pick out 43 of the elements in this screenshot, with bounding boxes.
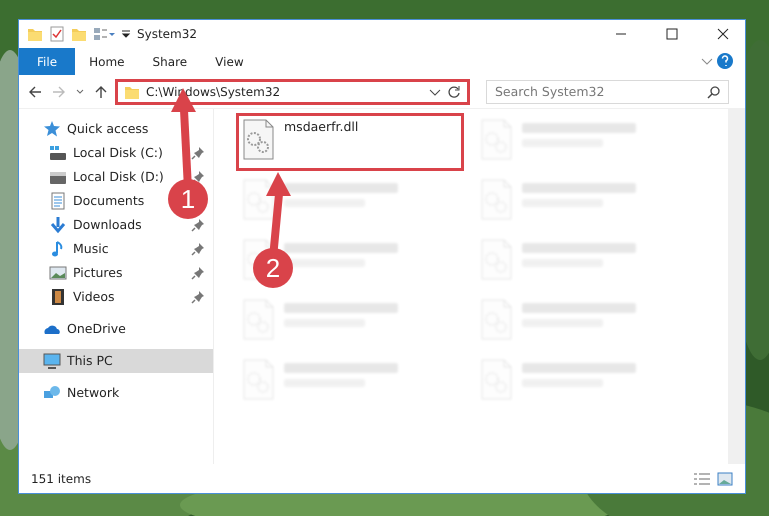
sidebar-item[interactable]: Pictures bbox=[73, 264, 122, 282]
file-item[interactable]: msdaerfr.dll bbox=[236, 113, 464, 171]
view-icon[interactable] bbox=[93, 26, 115, 42]
download-arrow-icon[interactable] bbox=[49, 216, 67, 234]
step-number: 2 bbox=[253, 248, 293, 288]
sidebar-item[interactable]: Downloads bbox=[73, 216, 142, 234]
maximize-icon bbox=[666, 28, 678, 40]
large-icons-view-icon[interactable] bbox=[717, 472, 733, 486]
details-view-icon[interactable] bbox=[693, 472, 711, 486]
sidebar-item[interactable]: Local Disk (C:) bbox=[73, 144, 163, 162]
properties-icon[interactable] bbox=[49, 26, 65, 42]
ribbon-tab[interactable]: Home bbox=[75, 48, 139, 75]
film-icon[interactable] bbox=[49, 288, 67, 306]
back-arrow-icon bbox=[28, 84, 42, 98]
file-icon bbox=[243, 179, 274, 220]
sidebar-item[interactable]: OneDrive bbox=[67, 320, 126, 338]
star-icon[interactable] bbox=[43, 120, 61, 138]
search-icon bbox=[707, 84, 721, 98]
forward-arrow-icon bbox=[52, 84, 66, 98]
file-name: msdaerfr.dll bbox=[284, 119, 358, 135]
ribbon-tab[interactable]: File bbox=[19, 48, 76, 75]
dll-file-icon bbox=[243, 119, 274, 160]
sidebar-item[interactable]: Videos bbox=[73, 288, 115, 306]
drive-icon[interactable] bbox=[49, 144, 67, 162]
scrollbar[interactable] bbox=[728, 109, 745, 464]
close-icon bbox=[716, 28, 728, 40]
computer-icon[interactable] bbox=[43, 352, 61, 370]
step-number: 1 bbox=[168, 179, 208, 219]
ribbon-tab[interactable]: View bbox=[201, 48, 258, 75]
document-icon[interactable] bbox=[49, 192, 67, 210]
sidebar-item[interactable]: Documents bbox=[73, 192, 144, 210]
up-arrow-icon bbox=[94, 84, 108, 98]
window-title: System32 bbox=[137, 26, 198, 43]
search-field[interactable]: Search System32 bbox=[486, 80, 729, 104]
refresh-icon[interactable] bbox=[447, 84, 461, 98]
sidebar-item[interactable]: Network bbox=[67, 384, 120, 402]
item-count: 151 items bbox=[31, 470, 92, 488]
sidebar-item[interactable]: Quick access bbox=[67, 120, 148, 138]
picture-icon[interactable] bbox=[49, 264, 67, 282]
ribbon-tab[interactable]: Share bbox=[138, 48, 202, 75]
sidebar-item[interactable]: This PC bbox=[67, 352, 113, 370]
sidebar-item[interactable]: Music bbox=[73, 240, 109, 258]
sidebar-item[interactable]: Local Disk (D:) bbox=[73, 168, 164, 186]
